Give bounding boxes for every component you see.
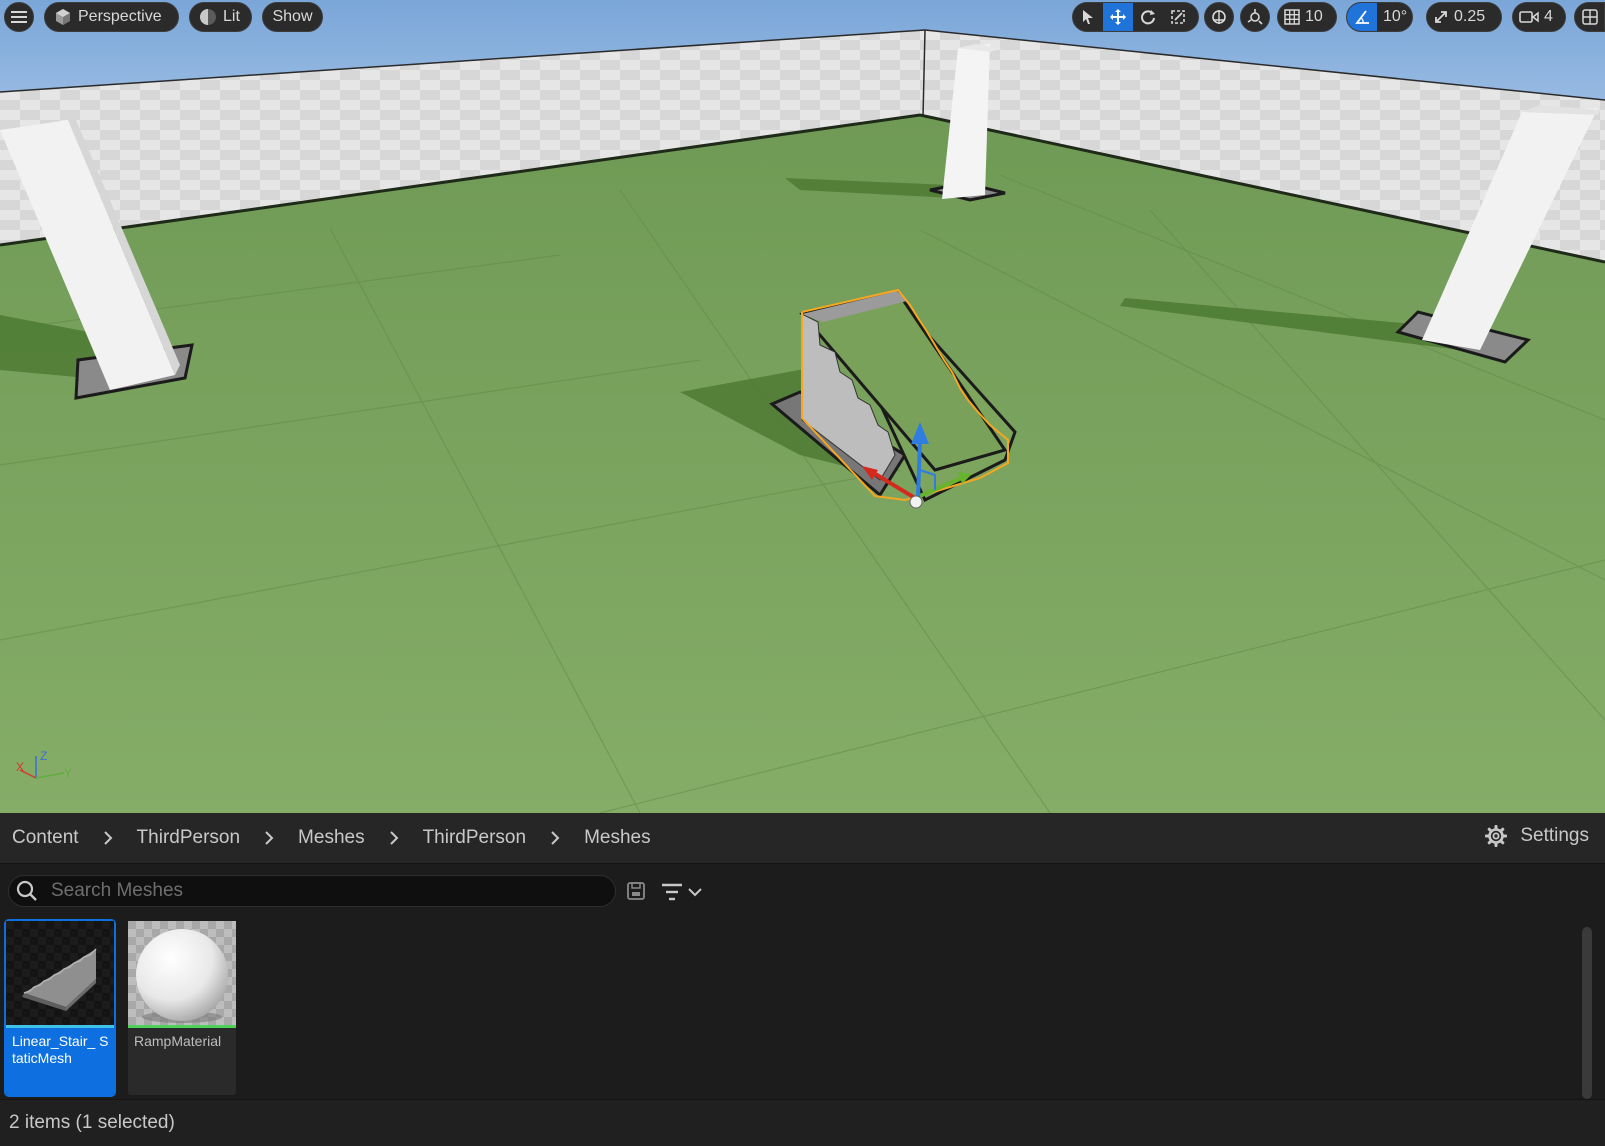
lighting-mode-button[interactable]: Lit [189,2,252,32]
move-icon [1110,9,1126,25]
camera-speed-button[interactable]: 4 [1513,3,1561,31]
breadcrumb-item[interactable]: Meshes [572,827,663,849]
stair-mesh-thumbnail [6,921,114,1025]
gear-icon [1485,825,1508,847]
search-icon [16,880,37,901]
save-search-icon[interactable] [625,880,647,902]
select-arrow-icon [1083,10,1093,24]
grid-snap-toggle[interactable]: 10 [1278,3,1331,31]
angle-icon [1355,10,1369,24]
lit-sphere-icon [200,9,216,25]
settings-label: Settings [1520,825,1589,846]
asset-tile[interactable]: RampMaterial [128,921,236,1095]
asset-type-bar [6,1025,114,1028]
rotate-icon [1141,10,1155,25]
axis-indicator: Z X Y [16,749,72,780]
scale-snap-value[interactable]: 0.25 [1454,8,1485,26]
search-box[interactable] [8,875,616,907]
layout-grid-icon [1581,9,1598,25]
scale-icon [1171,10,1185,24]
axis-x-label: X [16,760,24,774]
camera-speed-value[interactable]: 4 [1544,8,1553,26]
rotation-snap-group: 10° [1346,2,1413,32]
viewport-scene[interactable] [0,0,1605,813]
camera-speed-group: 4 [1512,2,1566,32]
asset-scrollbar[interactable] [1582,927,1592,1099]
grid-icon [1284,9,1300,25]
status-bar: 2 items (1 selected) [0,1099,1605,1146]
grid-snap-value[interactable]: 10 [1305,8,1323,26]
level-viewport[interactable]: Perspective Lit Show 10 10° 0.25 4 Z X Y [0,0,1605,813]
transform-tools [1072,2,1199,32]
chevron-right-icon[interactable] [387,831,401,845]
cube-icon [56,9,70,25]
view-mode-label: Perspective [78,8,162,25]
chevron-right-icon[interactable] [101,831,115,845]
coordinate-space-button[interactable] [1204,2,1234,32]
camera-icon [1519,11,1539,23]
rotate-tool[interactable] [1133,3,1163,31]
asset-name: Linear_Stair_ StaticMesh [12,1033,109,1066]
breadcrumb-item[interactable]: Meshes [286,827,377,849]
grid-snap-group: 10 [1277,2,1337,32]
world-space-seg [1205,3,1233,31]
show-flags-button[interactable]: Show [262,2,323,32]
breadcrumb-item[interactable]: Content [0,827,91,849]
scale-snap-toggle[interactable]: 0.25 [1427,3,1493,31]
select-tool[interactable] [1073,3,1103,31]
rotation-snap-value[interactable]: 10° [1383,8,1407,26]
world-space-icon [1212,10,1226,24]
asset-type-bar [128,1025,236,1028]
show-flags-label: Show [272,8,313,25]
scale-tool[interactable] [1163,3,1193,31]
breadcrumb-item[interactable]: ThirdPerson [411,827,539,849]
surface-snap-icon [1247,9,1263,25]
move-tool[interactable] [1103,3,1133,31]
rotation-snap-toggle[interactable] [1347,3,1377,31]
item-count-status: 2 items (1 selected) [9,1112,175,1133]
lighting-mode-label: Lit [223,8,240,25]
surface-snap-button[interactable] [1240,2,1270,32]
chevron-right-icon[interactable] [262,831,276,845]
filter-dropdown-button[interactable] [660,879,708,905]
viewport-layout-button[interactable] [1574,2,1605,32]
layout-seg [1575,3,1604,31]
asset-tile[interactable]: Linear_Stair_ StaticMesh [4,919,116,1097]
breadcrumb-item[interactable]: ThirdPerson [125,827,253,849]
hamburger-icon [11,11,27,23]
scale-snap-group: 0.25 [1426,2,1502,32]
breadcrumb: Content ThirdPerson Meshes ThirdPerson M… [0,813,1605,864]
settings-button[interactable]: Settings [1484,824,1589,848]
axis-y-label: Y [64,766,72,780]
chevron-right-icon[interactable] [548,831,562,845]
view-mode-button[interactable]: Perspective [44,2,179,32]
asset-grid: Linear_Stair_ StaticMesh RampMaterial [0,919,1580,1099]
scale-snap-icon [1435,11,1447,23]
content-browser: Content ThirdPerson Meshes ThirdPerson M… [0,813,1605,1145]
asset-name: RampMaterial [134,1033,222,1049]
axis-z-label: Z [40,749,47,763]
filter-icon [662,883,682,901]
search-input[interactable] [49,879,593,903]
viewport-menu-button[interactable] [4,2,34,32]
surface-snap-seg [1241,3,1269,31]
material-sphere-thumbnail [128,921,236,1025]
chevron-down-icon [688,888,702,897]
